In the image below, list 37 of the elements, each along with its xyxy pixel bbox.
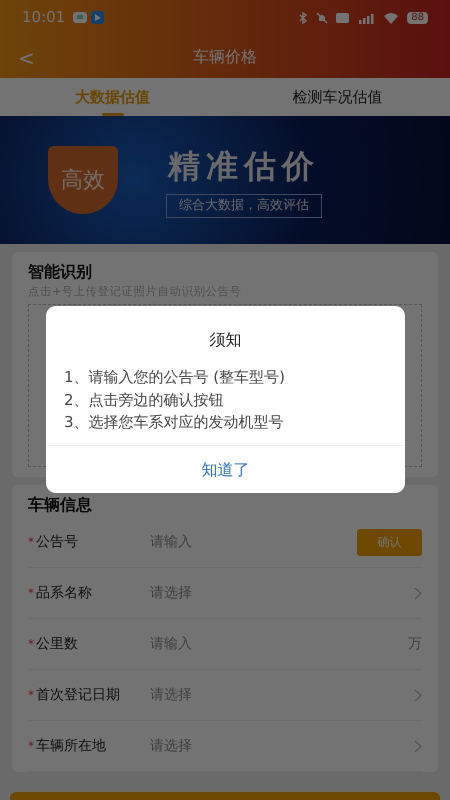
- field-label: 首次登记日期: [36, 686, 121, 704]
- tab[interactable]: 检测车况估值: [225, 78, 450, 116]
- required-mark: *: [28, 687, 35, 704]
- tab[interactable]: 大数据估值: [0, 78, 225, 116]
- banner-title: 精准估价: [168, 146, 320, 188]
- message-icon: [73, 12, 88, 24]
- dialog-text: 2、点击旁边的确认按钮: [64, 390, 225, 410]
- field-label: 公里数: [36, 634, 79, 654]
- section-title: 车辆信息: [28, 494, 93, 516]
- required-mark: *: [28, 636, 35, 653]
- field-label: 品系名称: [36, 584, 93, 602]
- app-notification-icon: [91, 11, 104, 24]
- section-title: 智能识别: [28, 261, 93, 283]
- mute-bell-icon: [316, 12, 328, 24]
- shield-badge: 高效: [48, 146, 118, 214]
- tab-indicator: [102, 113, 124, 116]
- dialog-title: 须知: [210, 329, 242, 351]
- required-mark: *: [28, 585, 35, 602]
- banner-subtitle: 综合大数据，高效评估: [166, 194, 322, 218]
- field-label: 公告号: [36, 532, 79, 552]
- field-label: 车辆所在地: [36, 736, 107, 756]
- battery-level: 88: [407, 12, 428, 24]
- bluetooth-icon: [298, 12, 308, 24]
- page-title: 车辆价格: [193, 46, 257, 68]
- required-mark: *: [28, 738, 35, 755]
- wifi-icon: [383, 12, 400, 24]
- chevron-right-icon: [414, 688, 422, 702]
- dialog-text: 3、选择您车系对应的发动机型号: [64, 412, 285, 433]
- chevron-right-icon: [414, 740, 422, 752]
- signal-icon: [357, 12, 376, 24]
- back-button[interactable]: <: [14, 43, 39, 73]
- dialog-text: 1、请输入您的公告号 (整车型号): [64, 367, 286, 388]
- confirm-button[interactable]: 确认: [357, 528, 422, 556]
- required-mark: *: [28, 534, 35, 551]
- acknowledge-button[interactable]: 知道了: [46, 445, 405, 493]
- status-time: 10:01: [22, 7, 66, 28]
- chevron-right-icon: [414, 586, 422, 600]
